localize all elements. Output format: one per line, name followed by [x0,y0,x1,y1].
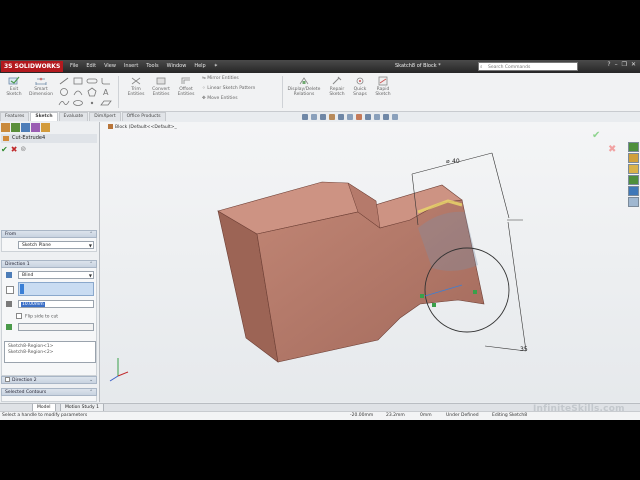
file-explorer-icon[interactable] [628,164,639,174]
contour-item-2[interactable]: Sketch8-Region<2> [8,350,92,356]
dimension-line-vertical [484,219,527,352]
dimension-35-label[interactable]: 35 [520,346,528,353]
status-message: Select a handle to modify parameters [2,413,88,418]
section-view-icon[interactable] [329,114,335,120]
confirmation-corner-ok-icon[interactable]: ✔ [592,130,600,141]
design-library-icon[interactable] [628,153,639,163]
solidworks-window: 3S SOLIDWORKS File Edit View Insert Tools… [0,60,640,420]
editing-status: Editing Sketch8 [492,413,528,418]
flyout-feature-tree[interactable]: Block (Default<<Default>_ [108,124,177,131]
part-icon [108,124,113,129]
heads-up-view-toolbar [302,114,398,120]
zoom-to-area-icon[interactable] [311,114,317,120]
status-bar: Select a handle to modify parameters -20… [0,411,640,420]
coord-y: 23.2mm [386,413,405,418]
view-orientation-icon[interactable] [347,114,353,120]
triad-x-axis [117,371,129,377]
relation-marker[interactable] [420,294,424,298]
coord-x: -20.00mm [350,413,374,418]
resources-icon[interactable] [628,142,639,152]
search-results-icon[interactable] [628,175,639,185]
task-pane-tabs [628,142,640,207]
display-style-icon[interactable] [356,114,362,120]
previous-view-icon[interactable] [320,114,326,120]
apply-scene-icon[interactable] [383,114,389,120]
hide-show-items-icon[interactable] [365,114,371,120]
relation-marker[interactable] [432,303,436,307]
diameter-icon: ⌀ [446,158,450,165]
dynamic-annotation-icon[interactable] [338,114,344,120]
zoom-to-fit-icon[interactable] [302,114,308,120]
dimension-40-label[interactable]: 40 [452,158,460,165]
edit-appearance-icon[interactable] [374,114,380,120]
confirmation-corner-cancel-icon[interactable]: ✖ [608,144,616,155]
definition-status: Under Defined [446,413,479,418]
tree-root-label: Block (Default<<Default>_ [115,125,177,130]
view-settings-icon[interactable] [392,114,398,120]
view-palette-icon[interactable] [628,186,639,196]
triad-z-axis [109,375,119,382]
selected-contours-list[interactable]: Sketch8-Region<1> Sketch8-Region<2> [4,341,96,363]
relation-marker[interactable] [473,290,477,294]
coord-z: 0mm [420,413,432,418]
appearances-icon[interactable] [628,197,639,207]
